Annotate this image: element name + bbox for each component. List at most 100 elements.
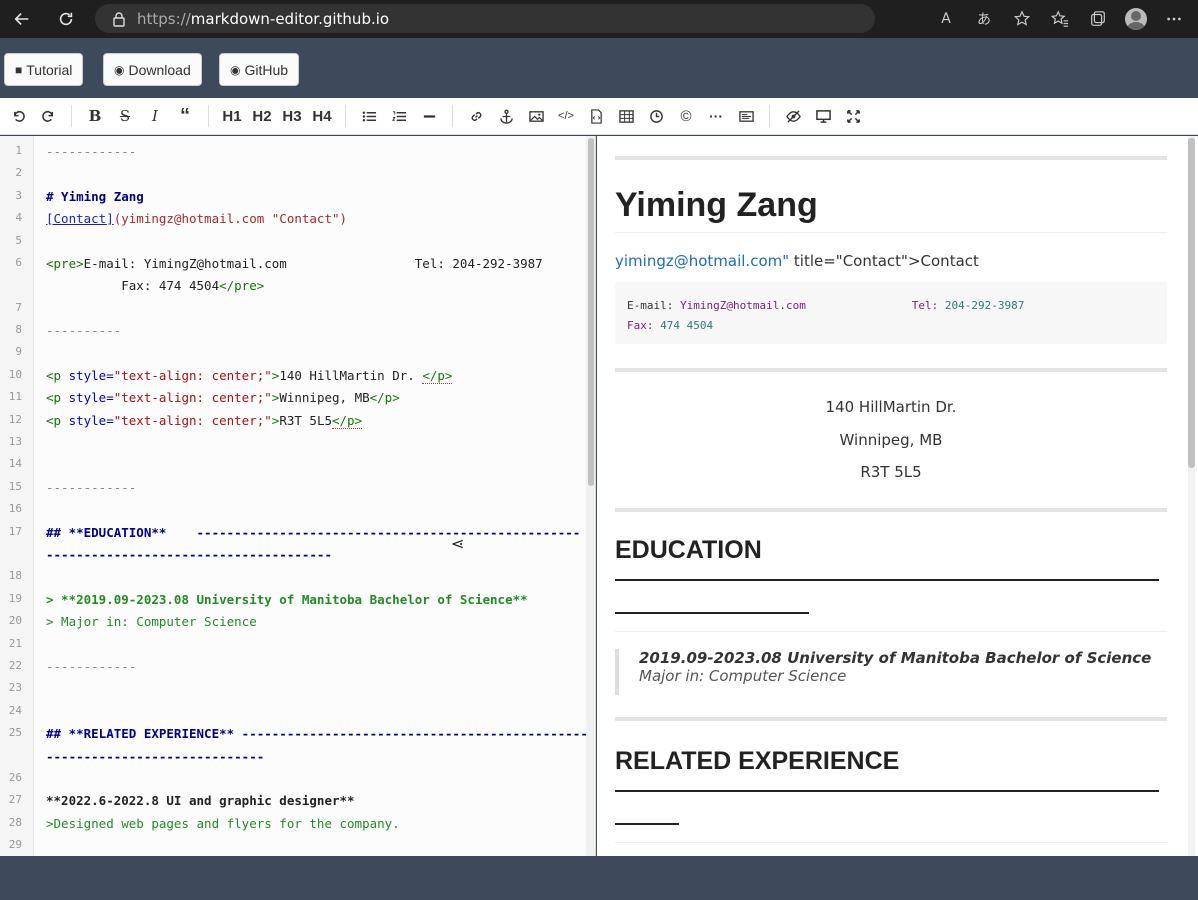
html-preview-icon[interactable] [734,102,758,130]
line-attr-value: "text-align: center;" [113,413,272,428]
url-protocol: https:// [137,9,191,28]
preview-hr [615,717,1167,721]
translate-icon[interactable]: あ [972,7,996,31]
code-file-icon[interactable] [584,102,608,130]
desktop-icon[interactable] [811,102,835,130]
toggle-preview-icon[interactable] [781,102,805,130]
line-tag: <p [46,413,69,428]
collections-icon[interactable] [1086,7,1110,31]
line-number: 14 [8,457,22,470]
pre-fax: 474 4504 [660,319,714,332]
tutorial-button[interactable]: ■ Tutorial [4,53,84,86]
line-number: 15 [8,480,22,493]
line-text: R3T 5L5 [279,413,332,428]
education-heading: EDUCATION [615,536,762,564]
heading1-button[interactable]: H1 [220,102,244,130]
education-underline [615,612,809,614]
line-text: -------------------------------------- [46,547,332,562]
undo-icon[interactable] [6,102,30,130]
clock-icon[interactable] [644,102,668,130]
line-text: ------------ [46,144,137,159]
line-number: 24 [8,704,22,717]
education-major: Major in: Computer Science [639,667,847,685]
line-tag: </p> [369,390,400,405]
link-icon[interactable] [464,102,488,130]
page-break-icon[interactable]: ··· [704,102,728,130]
lock-icon [113,11,125,27]
line-number: 5 [15,234,22,247]
line-number: 16 [8,502,22,515]
line-text: ---------- [46,323,122,338]
italic-button[interactable]: I [143,102,167,130]
line-number: 13 [8,435,22,448]
address-line-2: Winnipeg, MB [839,431,943,449]
line-text: # Yiming Zang [46,189,144,204]
contact-link[interactable]: yimingz@hotmail.com" [615,252,789,270]
line-text: 140 HillMartin Dr. [279,368,423,383]
favorites-icon[interactable] [1048,7,1072,31]
add-favorite-icon[interactable] [1010,7,1034,31]
bold-button[interactable]: B [83,102,107,130]
line-tag: </p> [332,413,363,429]
markdown-editor[interactable]: 1 ------------ 2 3 # Yiming Zang 4 [Contact… [0,136,596,856]
line-attr: style= [68,390,114,405]
line-text-url: (yimingz@hotmail.com "Contact") [113,211,348,226]
read-aloud-icon[interactable]: A [934,7,958,31]
fullscreen-icon[interactable] [841,102,865,130]
profile-avatar[interactable] [1124,7,1148,31]
heading3-button[interactable]: H3 [280,102,304,130]
read-aloud-label: A [941,11,951,27]
preview-hr [615,508,1167,512]
code-icon[interactable]: </> [554,102,578,130]
preview-scrollbar[interactable] [1188,136,1195,856]
markdown-preview: Yiming Zang yimingz@hotmail.com" title="… [597,136,1198,856]
address-bar[interactable]: https://markdown-editor.github.io [95,4,875,33]
address-line-1: 140 HillMartin Dr. [825,398,957,416]
line-text: Winnipeg, MB [279,390,370,405]
copyright-icon[interactable]: © [674,102,698,130]
editor-scroll-thumb[interactable] [588,138,594,486]
refresh-icon[interactable] [52,5,80,33]
line-number: 9 [15,345,22,358]
horizontal-rule-icon[interactable] [417,102,441,130]
redo-icon[interactable] [36,102,60,130]
preview-hr [615,156,1167,160]
line-text: ## **RELATED EXPERIENCE** --------------… [46,726,588,741]
ordered-list-icon[interactable] [387,102,411,130]
browser-actions: A あ [934,4,1186,34]
unordered-list-icon[interactable] [357,102,381,130]
heading2-button[interactable]: H2 [250,102,274,130]
heading4-button[interactable]: H4 [310,102,334,130]
image-icon[interactable] [524,102,548,130]
line-tag: <p [46,368,69,383]
line-number: 26 [8,771,22,784]
line-text: Fax: 474 4504 [46,278,220,293]
preview-scroll-thumb[interactable] [1188,138,1195,468]
download-button[interactable]: ◉ Download [103,53,202,86]
url-host: markdown-editor.github.io [190,9,390,28]
line-text: ------------ [46,659,137,674]
line-number: 19 [8,592,22,605]
line-text: ------------ [46,480,137,495]
experience-underline [615,790,1159,792]
line-number: 25 [8,726,22,739]
table-icon[interactable] [614,102,638,130]
anchor-icon[interactable] [494,102,518,130]
line-text: **2022.6-2022.8 UI and graphic designer*… [46,793,355,808]
github-button[interactable]: ◉ GitHub [219,53,300,86]
line-number: 23 [8,681,22,694]
quote-icon[interactable]: “ [173,102,197,130]
editor-scrollbar[interactable] [586,136,595,856]
wordpress-icon: ◉ [114,62,125,77]
line-attr-value: "text-align: center;" [113,368,272,383]
line-text: >Designed web pages and flyers for the c… [46,816,400,831]
back-icon[interactable] [8,5,36,33]
github-label: GitHub [244,61,289,78]
contact-rest: title="Contact">Contact [789,252,979,270]
more-menu-icon[interactable] [1162,7,1186,31]
line-text: > **2019.09-2023.08 University of Manito… [46,592,528,607]
line-number: 8 [15,323,22,336]
toolbar-divider [208,105,209,127]
avatar [1125,8,1147,30]
strikethrough-button[interactable]: S [113,102,137,130]
